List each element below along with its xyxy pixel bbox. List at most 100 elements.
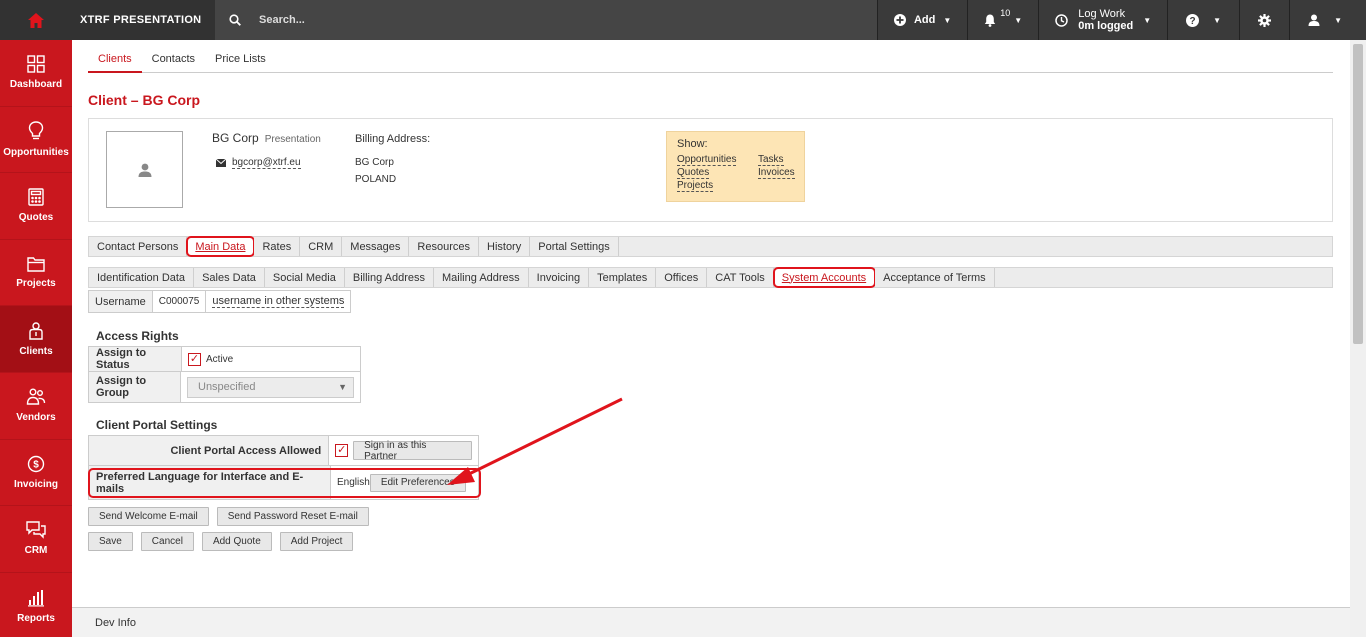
- dev-info-bar[interactable]: Dev Info: [72, 607, 1350, 637]
- log-work-menu[interactable]: Log Work 0m logged ▼: [1038, 0, 1167, 40]
- add-menu[interactable]: Add ▼: [876, 0, 967, 40]
- tab-rates[interactable]: Rates: [254, 237, 301, 256]
- tab-billing-address[interactable]: Billing Address: [344, 268, 435, 287]
- sidebar-item-label: Projects: [16, 278, 56, 290]
- send-password-reset-button[interactable]: Send Password Reset E-mail: [216, 507, 369, 526]
- sidebar-item-label: Reports: [17, 612, 55, 624]
- billing-line: POLAND: [355, 174, 397, 185]
- client-tag: Presentation: [264, 134, 321, 145]
- main-tabs: Contact Persons Main Data Rates CRM Mess…: [88, 236, 1333, 257]
- tab-identification-data[interactable]: Identification Data: [89, 268, 195, 287]
- tab-resources[interactable]: Resources: [409, 237, 479, 256]
- portal-settings-heading: Client Portal Settings: [96, 418, 218, 432]
- sidebar-item-label: Clients: [19, 345, 53, 357]
- lightbulb-icon: [28, 121, 44, 140]
- email-link[interactable]: bgcorp@xtrf.eu: [232, 157, 301, 169]
- client-summary-card: BG Corp Presentation bgcorp@xtrf.eu Billi…: [88, 118, 1333, 222]
- notifications-count: 10: [1000, 8, 1011, 18]
- show-link-invoices[interactable]: Invoices: [758, 167, 795, 179]
- sidebar-item-vendors[interactable]: Vendors: [0, 373, 72, 440]
- scrollbar[interactable]: [1350, 40, 1366, 637]
- sidebar-item-quotes[interactable]: Quotes: [0, 173, 72, 240]
- send-welcome-email-button[interactable]: Send Welcome E-mail: [88, 507, 209, 526]
- tab-cat-tools[interactable]: CAT Tools: [707, 268, 774, 287]
- access-rights-heading: Access Rights: [96, 329, 179, 343]
- assign-group-field: Unspecified ▼: [181, 376, 360, 398]
- tab-acceptance-of-terms[interactable]: Acceptance of Terms: [875, 268, 995, 287]
- sidebar-item-label: Opportunities: [3, 146, 69, 158]
- sign-in-partner-button[interactable]: Sign in as this Partner: [353, 440, 472, 462]
- top-bar: XTRF PRESENTATION Search... Add ▼ 10 ▼ L…: [0, 0, 1366, 40]
- chevron-down-icon: ▼: [943, 15, 952, 25]
- show-heading: Show:: [677, 138, 708, 150]
- search-icon: [229, 14, 241, 26]
- search-input[interactable]: Search...: [259, 14, 305, 26]
- tab-offices[interactable]: Offices: [656, 268, 708, 287]
- save-button[interactable]: Save: [88, 532, 133, 551]
- envelope-icon: [216, 159, 226, 167]
- sidebar-item-dashboard[interactable]: Dashboard: [0, 40, 72, 107]
- sidebar-item-label: Quotes: [18, 212, 54, 224]
- sidebar-item-projects[interactable]: Projects: [0, 240, 72, 307]
- dollar-icon: $: [27, 455, 45, 473]
- action-buttons: Save Cancel Add Quote Add Project: [88, 532, 354, 551]
- show-link-projects[interactable]: Projects: [677, 180, 714, 192]
- sidebar-item-invoicing[interactable]: $ Invoicing: [0, 440, 72, 507]
- sidebar-item-reports[interactable]: Reports: [0, 573, 72, 639]
- tab-system-accounts[interactable]: System Accounts: [772, 267, 877, 288]
- sidebar-item-opportunities[interactable]: Opportunities: [0, 107, 72, 174]
- tab-templates[interactable]: Templates: [589, 268, 657, 287]
- sidebar-item-clients[interactable]: Clients: [0, 306, 72, 373]
- sidebar-item-crm[interactable]: CRM: [0, 506, 72, 573]
- access-rights-table: Assign to Status ✓ Active Assign to Grou…: [88, 346, 361, 403]
- notifications-menu[interactable]: 10 ▼: [967, 0, 1038, 40]
- show-link-tasks[interactable]: Tasks: [758, 154, 784, 166]
- tab-mailing-address[interactable]: Mailing Address: [434, 268, 529, 287]
- user-menu[interactable]: ▼: [1289, 0, 1366, 40]
- username-value: C000075: [153, 291, 207, 312]
- tab-contact-persons[interactable]: Contact Persons: [89, 237, 188, 256]
- app-name[interactable]: XTRF PRESENTATION: [72, 0, 215, 40]
- tab-portal-settings[interactable]: Portal Settings: [530, 237, 619, 256]
- add-project-button[interactable]: Add Project: [279, 532, 354, 551]
- tab-sales-data[interactable]: Sales Data: [194, 268, 265, 287]
- dropdown-arrow-icon: ▼: [338, 382, 347, 392]
- tab-messages[interactable]: Messages: [342, 237, 410, 256]
- help-menu[interactable]: ? ▼: [1167, 0, 1239, 40]
- assign-group-select[interactable]: Unspecified ▼: [187, 376, 354, 398]
- username-row: Username C000075 username in other syste…: [88, 290, 352, 313]
- search-bar[interactable]: Search...: [215, 0, 877, 40]
- show-box: Show: Opportunities Tasks Quotes Invoice…: [666, 131, 805, 202]
- tab-invoicing[interactable]: Invoicing: [528, 268, 590, 287]
- tab-social-media[interactable]: Social Media: [264, 268, 345, 287]
- scrollbar-thumb[interactable]: [1353, 44, 1363, 344]
- tab-clients[interactable]: Clients: [88, 50, 142, 73]
- username-other-systems-link[interactable]: username in other systems: [206, 291, 350, 312]
- active-checkbox[interactable]: ✓: [188, 352, 201, 366]
- billing-address: Billing Address: BG Corp POLAND: [355, 131, 430, 188]
- chevron-down-icon: ▼: [1334, 15, 1342, 25]
- sub-tabs: Identification Data Sales Data Social Me…: [88, 267, 1333, 288]
- assign-status-field: ✓ Active: [182, 352, 239, 366]
- tab-history[interactable]: History: [479, 237, 531, 256]
- add-quote-button[interactable]: Add Quote: [201, 532, 272, 551]
- show-link-quotes[interactable]: Quotes: [677, 167, 710, 179]
- cancel-button[interactable]: Cancel: [140, 532, 194, 551]
- tab-main-data[interactable]: Main Data: [186, 236, 256, 257]
- show-link-opportunities[interactable]: Opportunities: [677, 154, 737, 166]
- active-label: Active: [206, 353, 234, 365]
- email-buttons: Send Welcome E-mail Send Password Reset …: [88, 507, 369, 526]
- chevron-down-icon: ▼: [1014, 15, 1023, 25]
- sidebar-item-label: Vendors: [16, 412, 56, 424]
- tab-price-lists[interactable]: Price Lists: [205, 50, 276, 73]
- settings-button[interactable]: [1239, 0, 1289, 40]
- calculator-icon: [28, 188, 44, 207]
- billing-heading: Billing Address:: [355, 133, 431, 145]
- tab-crm[interactable]: CRM: [300, 237, 343, 256]
- avatar: [106, 131, 183, 208]
- home-button[interactable]: [0, 0, 72, 40]
- language-highlight-box: [88, 468, 481, 498]
- svg-text:?: ?: [1190, 16, 1196, 27]
- tab-contacts[interactable]: Contacts: [142, 50, 205, 73]
- portal-access-checkbox[interactable]: ✓: [335, 444, 349, 457]
